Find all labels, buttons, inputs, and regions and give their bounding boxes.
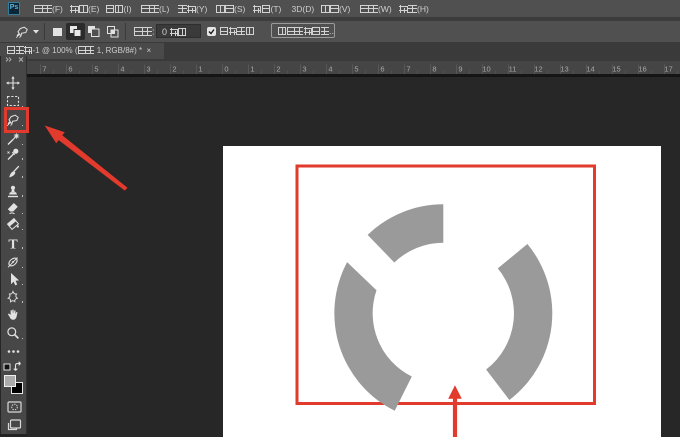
svg-text:T: T	[8, 237, 18, 250]
